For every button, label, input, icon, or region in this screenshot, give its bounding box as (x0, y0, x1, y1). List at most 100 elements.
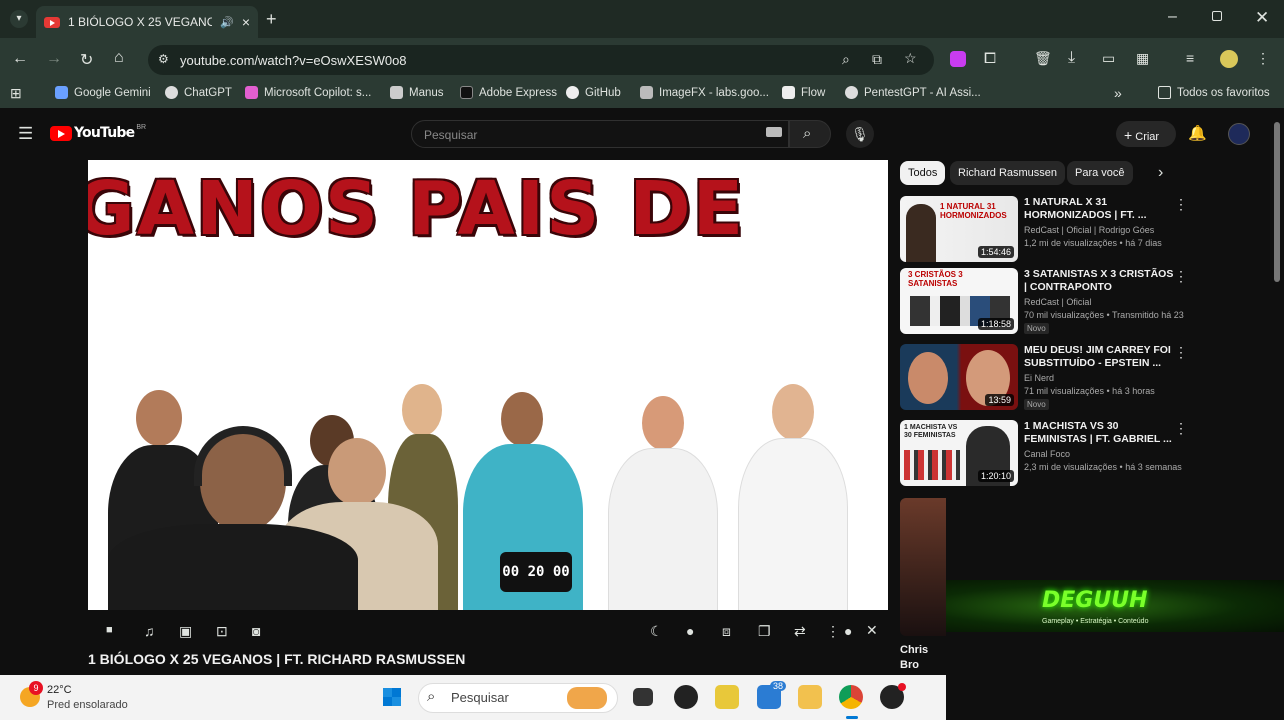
youtube-search-input[interactable]: Pesquisar (411, 120, 789, 148)
minimize-icon[interactable]: – (1168, 8, 1177, 26)
headphones-icon (194, 426, 292, 486)
image-icon[interactable]: ▣ (179, 623, 192, 640)
profile-avatar-icon[interactable] (1220, 50, 1238, 68)
active-tab[interactable]: 1 BIÓLOGO X 25 VEGANOS 🔊 × (36, 6, 258, 38)
address-bar[interactable]: ⚙ youtube.com/watch?v=eOswXESW0o8 ⌕ ⧉ ☆ (148, 45, 934, 75)
app-circle-icon[interactable] (674, 685, 698, 709)
copy-icon[interactable]: ❐ (758, 623, 771, 640)
more-options-icon[interactable]: ⋮ (1174, 420, 1188, 437)
more-options-icon[interactable]: ⋮ (1174, 344, 1188, 361)
tab-audio-icon[interactable]: 🔊 (220, 16, 234, 29)
video-thumbnail[interactable]: 1 NATURAL 31 HORMONIZADOS 1:54:46 (900, 196, 1018, 262)
recommendation-item[interactable]: 1 NATURAL 31 HORMONIZADOS 1:54:46 1 NATU… (900, 196, 1188, 262)
reading-list-icon[interactable]: ≡ (1186, 50, 1194, 66)
account-avatar[interactable] (1228, 123, 1250, 145)
bookmark-github[interactable]: GitHub (566, 86, 621, 99)
settings-icon[interactable]: ● (844, 623, 852, 639)
channel-name[interactable]: Ei Nerd (1024, 373, 1054, 383)
bookmark-pentestgpt[interactable]: PentestGPT - AI Assi... (845, 86, 981, 99)
file-explorer-icon[interactable] (798, 685, 822, 709)
back-arrow-icon[interactable]: ← (12, 50, 28, 68)
bookmark-copilot[interactable]: Microsoft Copilot: s... (245, 86, 371, 99)
bookmark-chatgpt[interactable]: ChatGPT (165, 86, 232, 99)
bookmark-flow[interactable]: Flow (782, 86, 825, 99)
more-options-icon[interactable]: ⋮ (1174, 268, 1188, 285)
close-icon[interactable]: ✕ (866, 622, 878, 639)
download-icon[interactable]: ⤓ (1068, 49, 1075, 67)
home-icon[interactable]: ⌂ (114, 49, 124, 67)
lightbulb-icon[interactable]: ● (686, 623, 694, 639)
bookmark-google-gemini[interactable]: Google Gemini (55, 86, 151, 99)
loop-icon[interactable]: ⇄ (794, 623, 806, 640)
recommendation-title[interactable]: 1 NATURAL X 31 HORMONIZADOS | FT. ... (1024, 196, 1174, 222)
browser-tab-strip: ▾ 1 BIÓLOGO X 25 VEGANOS 🔊 × + – ✕ (0, 0, 1284, 38)
dark-mode-moon-icon[interactable]: ☾ (650, 623, 663, 640)
chip-todos[interactable]: Todos (900, 161, 946, 185)
chip-para-voce[interactable]: Para você (1067, 161, 1133, 185)
extensions-puzzle-icon[interactable]: ⧠ (984, 50, 996, 67)
notifications-bell-icon[interactable]: 🔔 (1188, 124, 1207, 142)
video-thumbnail[interactable]: 1 MACHISTA VS 30 FEMINISTAS 1:20:10 (900, 420, 1018, 486)
restore-icon[interactable] (1212, 11, 1222, 21)
close-window-icon[interactable]: ✕ (1255, 8, 1269, 28)
more-options-icon[interactable]: ⋮ (1174, 196, 1188, 213)
weather-widget[interactable]: 9 22°C Pred ensolarado (20, 681, 160, 713)
recommendation-item[interactable]: 13:59 MEU DEUS! JIM CARREY FOI SUBSTITUÍ… (900, 344, 1188, 410)
chrome-icon[interactable] (839, 685, 863, 709)
more-vertical-icon[interactable]: ⋮ (826, 623, 840, 640)
cast-icon[interactable]: ▭ (1102, 50, 1115, 67)
channel-name[interactable]: RedCast | Oficial (1024, 297, 1091, 307)
bookmark-imagefx[interactable]: ImageFX - labs.goo... (640, 86, 769, 99)
side-panel-icon[interactable]: ▦ (1136, 50, 1149, 67)
recommendation-thumbnail-partial[interactable] (900, 498, 946, 636)
video-thumbnail[interactable]: 3 CRISTÃOS 3 SATANISTAS 1:18:58 (900, 268, 1018, 334)
chip-richard-rasmussen[interactable]: Richard Rasmussen (950, 161, 1066, 185)
apps-grid-icon[interactable]: ⊞ (10, 85, 22, 102)
tab-close-icon[interactable]: × (242, 14, 250, 30)
sticky-notes-icon[interactable] (715, 685, 739, 709)
bookmark-manus[interactable]: Manus (390, 86, 444, 99)
camera-icon[interactable]: ■ (106, 624, 113, 636)
recommendation-item[interactable]: 1 MACHISTA VS 30 FEMINISTAS 1:20:10 1 MA… (900, 420, 1188, 486)
recording-indicator-icon (898, 683, 906, 691)
recommendation-title-partial[interactable]: Chris Bro joins the (900, 643, 946, 675)
browser-menu-icon[interactable]: ⋮ (1256, 50, 1270, 67)
tab-search-chevron-icon[interactable]: ▾ (10, 10, 28, 28)
keyboard-icon[interactable] (766, 127, 782, 137)
create-button[interactable]: + Criar (1116, 121, 1176, 147)
screenshot-icon[interactable]: ◙ (252, 623, 260, 639)
all-bookmarks-folder[interactable]: Todos os favoritos (1158, 86, 1270, 99)
recommendation-title[interactable]: 1 MACHISTA VS 30 FEMINISTAS | FT. GABRIE… (1024, 420, 1174, 446)
reload-icon[interactable]: ↻ (80, 50, 93, 70)
video-player[interactable]: GANOS PAIS DE 00 20 00 (88, 160, 888, 610)
bookmark-star-icon[interactable]: ☆ (904, 50, 917, 67)
youtube-logo[interactable]: YouTube BR (50, 124, 146, 141)
taskbar-search-box[interactable]: ⌕ Pesquisar (418, 683, 618, 713)
recommendation-title[interactable]: 3 SATANISTAS X 3 CRISTÃOS | CONTRAPONTO (1024, 268, 1174, 294)
voice-search-mic-icon[interactable]: 🎙 (846, 120, 874, 148)
site-info-icon[interactable]: ⚙ (158, 52, 169, 66)
zoom-icon[interactable]: ⌕ (842, 51, 850, 68)
channel-name[interactable]: RedCast | Oficial | Rodrigo Góes (1024, 225, 1154, 235)
task-view-icon[interactable] (633, 688, 653, 706)
video-thumbnail[interactable]: 13:59 (900, 344, 1018, 410)
extension-shield-icon[interactable] (950, 51, 966, 67)
chips-next-chevron-icon[interactable]: › (1158, 164, 1163, 182)
hamburger-menu-icon[interactable]: ☰ (18, 124, 33, 144)
page-scrollbar[interactable] (1274, 122, 1280, 282)
bookmark-adobe-express[interactable]: Adobe Express (460, 86, 557, 99)
new-tab-plus-icon[interactable]: + (266, 9, 277, 30)
forward-arrow-icon[interactable]: → (46, 50, 62, 68)
youtube-search-button[interactable]: ⌕ (789, 120, 831, 148)
start-windows-icon[interactable] (382, 687, 402, 707)
pentestgpt-icon (845, 86, 858, 99)
install-app-icon[interactable]: ⧉ (872, 51, 882, 68)
music-note-icon[interactable]: ♫ (144, 623, 155, 639)
pip-icon[interactable]: ⧈ (722, 623, 731, 640)
caption-icon[interactable]: ⊡ (216, 623, 228, 640)
more-bookmarks-chevron-icon[interactable]: » (1114, 85, 1122, 101)
recommendation-item[interactable]: 3 CRISTÃOS 3 SATANISTAS 1:18:58 3 SATANI… (900, 268, 1188, 334)
channel-name[interactable]: Canal Foco (1024, 449, 1070, 459)
trash-icon[interactable]: 🗑 (1034, 50, 1052, 67)
recommendation-title[interactable]: MEU DEUS! JIM CARREY FOI SUBSTITUÍDO - E… (1024, 344, 1174, 370)
